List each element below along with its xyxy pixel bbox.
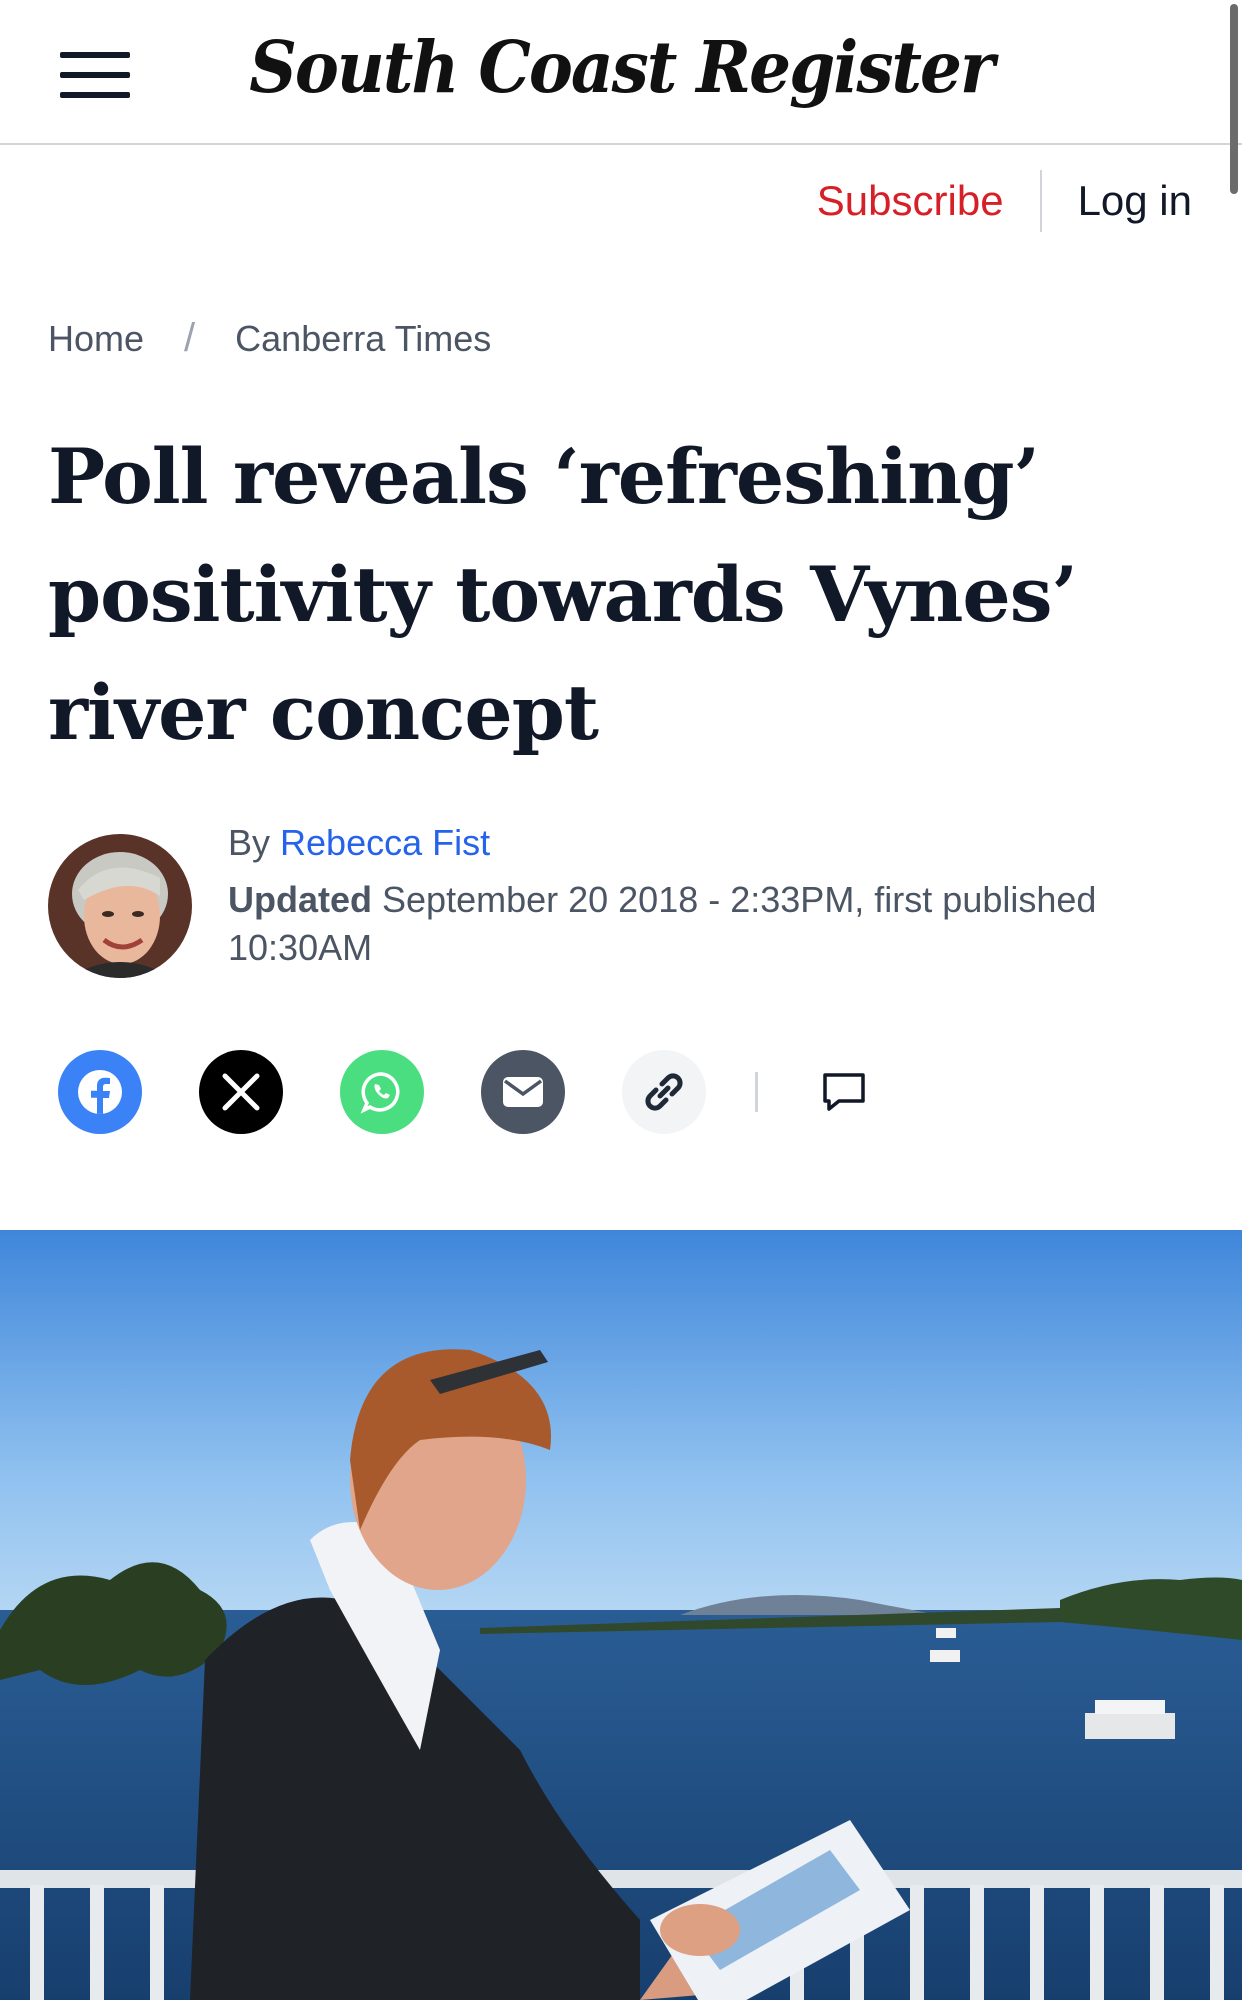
comment-icon: [823, 1073, 865, 1111]
comments-button[interactable]: [812, 1060, 876, 1124]
byline: By Rebecca Fist: [228, 822, 490, 864]
updated-label: Updated: [228, 879, 372, 920]
author-avatar[interactable]: [48, 834, 192, 978]
author-link[interactable]: Rebecca Fist: [280, 822, 490, 863]
site-header: South Coast Register: [0, 0, 1242, 194]
login-link[interactable]: Log in: [1042, 177, 1192, 225]
site-logo[interactable]: South Coast Register: [0, 25, 1242, 109]
headline-line: positivity towards Vynes’: [48, 550, 1078, 639]
article-headline: Poll reveals ‘refreshing’ positivity tow…: [48, 418, 1188, 772]
scrollbar-thumb[interactable]: [1230, 4, 1238, 194]
hero-image: [0, 1230, 1242, 2000]
share-bar: [58, 1050, 876, 1134]
headline-line: Poll reveals ‘refreshing’: [48, 432, 1040, 521]
breadcrumb-home[interactable]: Home: [48, 318, 144, 360]
x-icon: [222, 1073, 260, 1111]
link-icon: [645, 1073, 683, 1111]
share-divider: [755, 1072, 758, 1112]
email-share-button[interactable]: [481, 1050, 565, 1134]
facebook-icon: [78, 1070, 122, 1114]
breadcrumb-separator: /: [184, 316, 196, 360]
breadcrumb: Home / Canberra Times: [48, 316, 491, 361]
subscribe-link[interactable]: Subscribe: [817, 177, 1040, 225]
byline-prefix: By: [228, 822, 271, 863]
headline-line: river concept: [48, 668, 599, 757]
whatsapp-share-button[interactable]: [340, 1050, 424, 1134]
whatsapp-icon: [360, 1072, 400, 1114]
dateline: Updated September 20 2018 - 2:33PM, firs…: [228, 876, 1188, 972]
account-links: Subscribe Log in: [817, 170, 1192, 232]
facebook-share-button[interactable]: [58, 1050, 142, 1134]
breadcrumb-canberra-times[interactable]: Canberra Times: [235, 318, 491, 360]
envelope-icon: [503, 1077, 543, 1107]
x-share-button[interactable]: [199, 1050, 283, 1134]
copy-link-button[interactable]: [622, 1050, 706, 1134]
